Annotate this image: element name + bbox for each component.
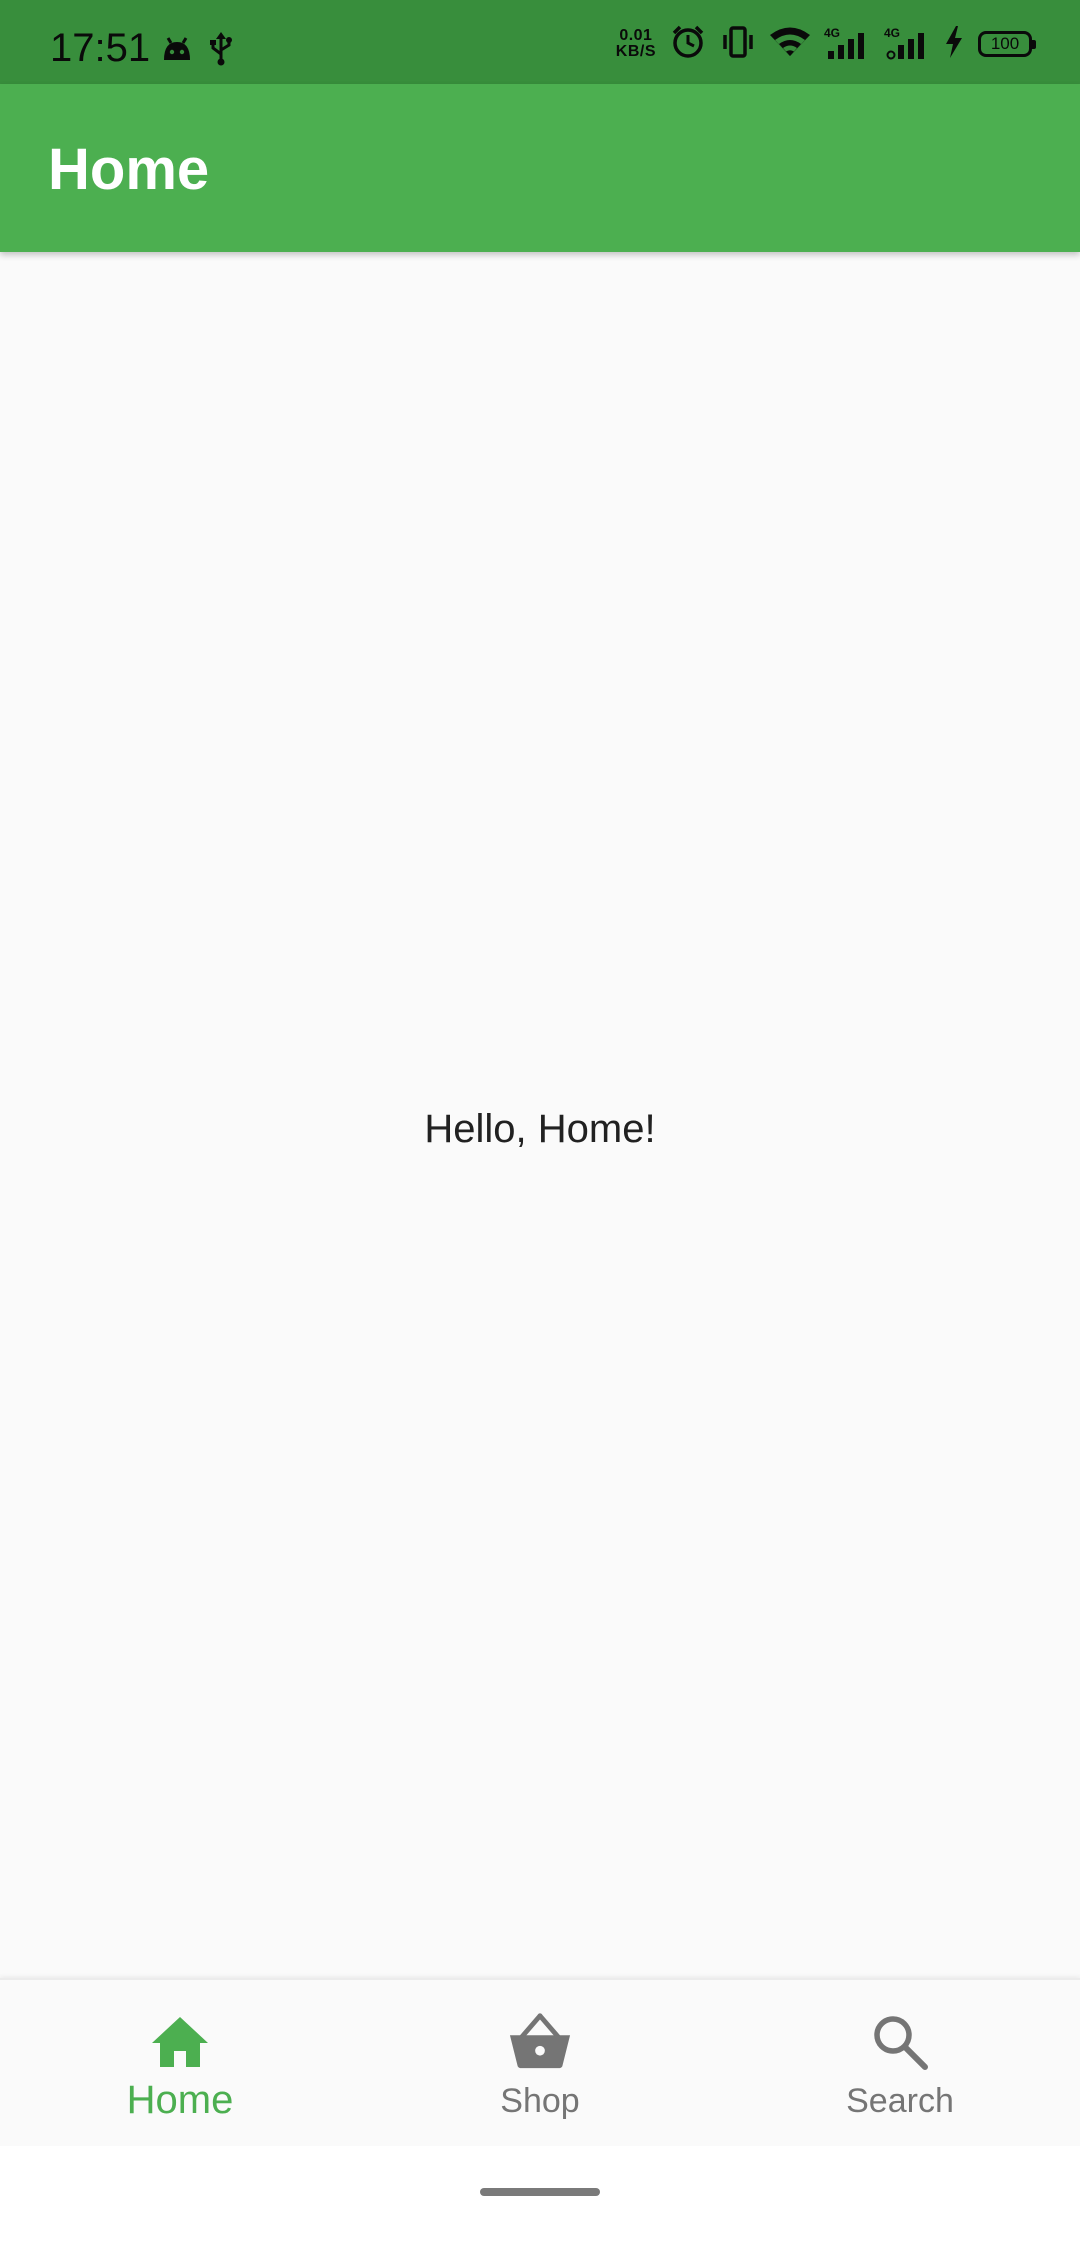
usb-icon <box>208 32 234 71</box>
nav-item-shop[interactable]: Shop <box>360 1980 720 2148</box>
home-gesture-handle[interactable] <box>480 2188 600 2196</box>
nav-label-search: Search <box>846 2082 954 2120</box>
network-speed: 0.01 KB/S <box>616 28 656 60</box>
battery-indicator: 100 <box>978 31 1036 57</box>
page-title: Home <box>48 137 210 202</box>
nav-item-home[interactable]: Home <box>0 1980 360 2148</box>
nav-item-search[interactable]: Search <box>720 1980 1080 2148</box>
network-speed-value: 0.01 <box>619 27 653 44</box>
app-bar: Home <box>0 84 1080 252</box>
bottom-navigation-bar: Home Shop Search <box>0 1978 1080 2148</box>
hello-message: Hello, Home! <box>424 1106 656 1151</box>
app-screen: 17:51 0.01 KB/S 4G 4G 100 Home Hello, Ho… <box>0 0 1080 2244</box>
charging-icon <box>944 25 964 63</box>
shopping-basket-icon <box>508 2010 572 2074</box>
cell-signal-icon-1: 4G <box>824 27 870 61</box>
alarm-icon <box>670 24 706 65</box>
main-content: Hello, Home! <box>0 252 1080 1978</box>
status-right-icons: 0.01 KB/S 4G 4G 100 <box>616 24 1036 65</box>
network-speed-unit: KB/S <box>615 43 656 60</box>
vibrate-icon <box>720 24 756 65</box>
status-bar: 17:51 0.01 KB/S 4G 4G 100 <box>0 0 1080 84</box>
android-icon <box>160 34 194 69</box>
gesture-navigation-area <box>0 2146 1080 2244</box>
status-left-icons <box>160 32 234 71</box>
home-icon <box>148 2010 212 2074</box>
wifi-icon <box>770 26 810 63</box>
status-time: 17:51 <box>50 26 151 70</box>
cell-signal-icon-2: 4G <box>884 27 930 61</box>
nav-label-home: Home <box>126 2078 234 2122</box>
search-icon <box>868 2010 932 2074</box>
nav-label-shop: Shop <box>500 2082 580 2120</box>
